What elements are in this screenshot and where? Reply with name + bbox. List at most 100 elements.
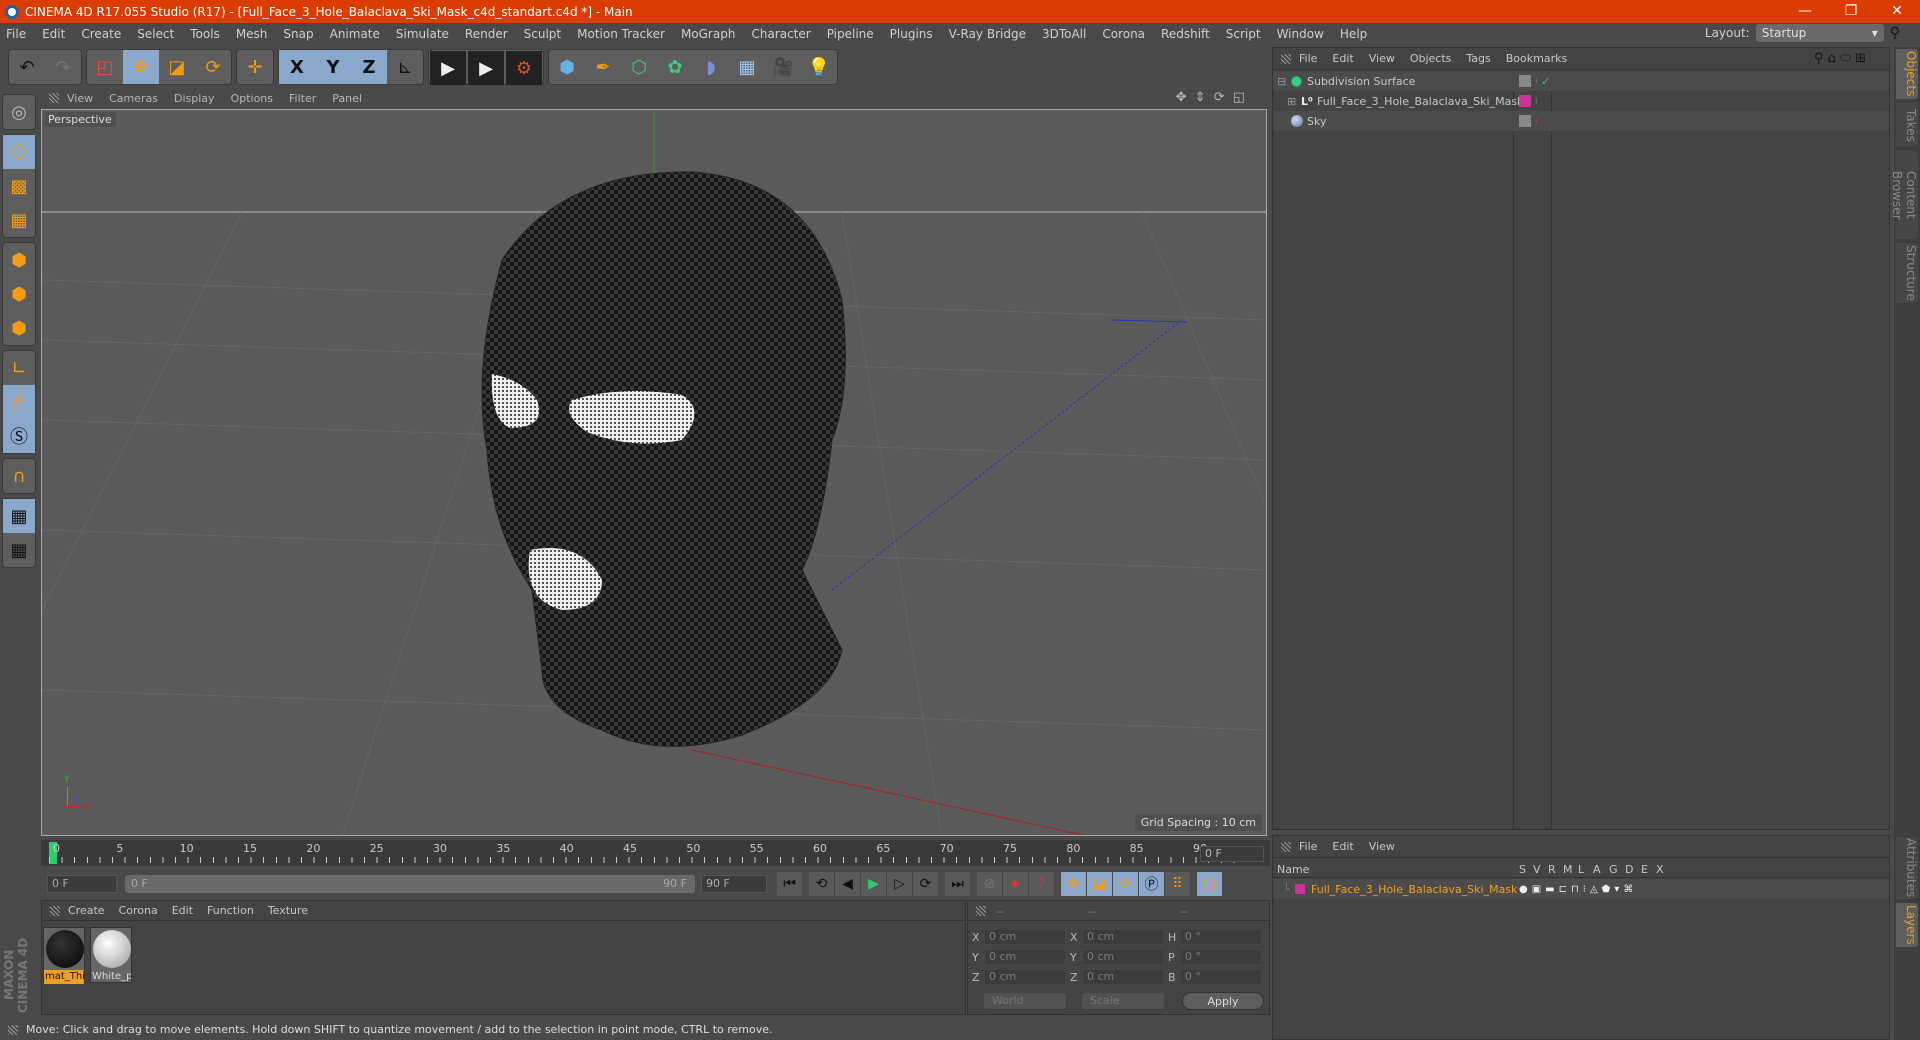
column-render[interactable]: R — [1548, 863, 1556, 876]
menu-pipeline[interactable]: Pipeline — [827, 27, 874, 41]
material-menu-corona[interactable]: Corona — [119, 904, 158, 917]
column-expressions[interactable]: E — [1641, 863, 1648, 876]
menu-sculpt[interactable]: Sculpt — [524, 27, 561, 41]
add-camera-button[interactable]: 🎥 — [765, 50, 801, 84]
timeline-ruler[interactable]: 051015202530354045505560657075808590 — [41, 840, 1270, 866]
column-locked[interactable]: L — [1578, 863, 1584, 876]
autokey-button[interactable]: ⏺ — [1003, 872, 1029, 896]
key-position-button[interactable]: ✥ — [1061, 872, 1087, 896]
layer-color-swatch[interactable] — [1295, 884, 1305, 894]
tab-structure[interactable]: Structure — [1896, 243, 1918, 303]
key-pla-button[interactable]: ⠿ — [1165, 872, 1191, 896]
viewport-menu-panel[interactable]: Panel — [332, 92, 362, 105]
object-row[interactable]: Sky ⁝ — [1273, 111, 1889, 131]
visibility-dots[interactable]: ⁝ — [1535, 97, 1538, 106]
search-icon[interactable]: ⚲ — [1890, 25, 1900, 41]
object-row[interactable]: ⊟ Subdivision Surface ⁝ ✓ — [1273, 71, 1889, 91]
scale-tool-button[interactable]: ◪ — [159, 50, 195, 84]
add-floor-button[interactable]: ▦ — [729, 50, 765, 84]
key-parameter-button[interactable]: Ⓟ — [1139, 872, 1165, 896]
menu-file[interactable]: File — [6, 27, 26, 41]
minimize-button[interactable]: — — [1782, 0, 1828, 23]
panel-grip[interactable] — [1281, 53, 1291, 64]
viewport-menu-options[interactable]: Options — [231, 92, 273, 105]
tab-layers[interactable]: Layers — [1896, 903, 1918, 947]
material-menu-function[interactable]: Function — [207, 904, 254, 917]
apply-button[interactable]: Apply — [1182, 992, 1264, 1010]
column-manager[interactable]: M — [1563, 863, 1573, 876]
workplane-mode-button[interactable]: ▦ — [3, 203, 35, 237]
planar-workplane-button[interactable]: ▦ — [3, 533, 35, 567]
tweak-mode-button[interactable]: 🖱 — [3, 385, 35, 419]
panel-grip[interactable] — [976, 906, 986, 916]
panel-grip[interactable] — [1281, 841, 1291, 852]
render-settings-button[interactable]: ⚙ — [506, 51, 542, 85]
material-menu-edit[interactable]: Edit — [172, 904, 193, 917]
menu-corona[interactable]: Corona — [1102, 27, 1145, 41]
tab-attributes[interactable]: Attributes — [1896, 837, 1918, 899]
size-z-field[interactable]: 0 cm — [1082, 969, 1164, 985]
material-swatch[interactable]: mat_Thi — [43, 927, 85, 984]
rotation-p-field[interactable]: 0 ° — [1180, 949, 1262, 965]
menu-animate[interactable]: Animate — [330, 27, 380, 41]
menu-redshift[interactable]: Redshift — [1161, 27, 1210, 41]
menu-render[interactable]: Render — [465, 27, 508, 41]
rotation-h-field[interactable]: 0 ° — [1180, 929, 1262, 945]
menu-snap[interactable]: Snap — [283, 27, 313, 41]
layout-dropdown[interactable]: Startup — [1755, 24, 1884, 42]
expand-icon[interactable]: ⊞ — [1287, 95, 1296, 108]
transform-mode-dropdown[interactable]: Scale — [1082, 993, 1164, 1009]
material-menu-texture[interactable]: Texture — [268, 904, 308, 917]
coordinate-mode-dropdown[interactable]: World — [984, 993, 1066, 1009]
object-manager-toolbar-icons[interactable]: ⚲ ⌂ ⬭ ⊞ — [1814, 51, 1866, 66]
transform-tool-button[interactable]: ✛ — [237, 50, 273, 84]
keyframe-selection-button[interactable]: ? — [1029, 872, 1055, 896]
layers-menu-file[interactable]: File — [1299, 840, 1317, 853]
menu-script[interactable]: Script — [1226, 27, 1261, 41]
viewport-navigation-icons[interactable]: ✥ ⇕ ⟳ ◱ — [1176, 90, 1247, 105]
polygons-mode-button[interactable]: ⬢ — [3, 311, 35, 345]
layer-flag-icons[interactable]: ●▣▬⊏⊓⁝◬⬟▾⌘ — [1519, 884, 1637, 895]
record-keys-disabled-button[interactable]: ⊘ — [977, 872, 1003, 896]
rotation-b-field[interactable]: 0 ° — [1180, 969, 1262, 985]
render-dots[interactable]: ⁝ — [1535, 117, 1538, 126]
render-dots[interactable]: ⁝ — [1535, 77, 1538, 86]
render-view-button[interactable]: ▶ — [430, 51, 466, 85]
size-x-field[interactable]: 0 cm — [1082, 929, 1164, 945]
menu-help[interactable]: Help — [1340, 27, 1367, 41]
key-rotation-button[interactable]: ⟳ — [1113, 872, 1139, 896]
column-xref[interactable]: X — [1656, 863, 1664, 876]
3d-viewport[interactable]: Perspective Y Z X Grid Spacing : 10 cm — [41, 109, 1267, 836]
objects-menu-objects[interactable]: Objects — [1410, 52, 1452, 65]
live-selection-button[interactable]: ◰ — [87, 50, 123, 84]
viewport-menu-cameras[interactable]: Cameras — [109, 92, 158, 105]
model-mode-button[interactable]: ⬡ — [3, 135, 35, 169]
menu-mesh[interactable]: Mesh — [236, 27, 268, 41]
size-y-field[interactable]: 0 cm — [1082, 949, 1164, 965]
menu-mograph[interactable]: MoGraph — [681, 27, 736, 41]
layer-color-swatch[interactable] — [1519, 95, 1531, 107]
tab-content-browser[interactable]: Content Browser — [1890, 151, 1918, 239]
next-key-button[interactable]: ⟳ — [913, 872, 939, 896]
snap-button[interactable]: ∩ — [3, 459, 35, 493]
restore-button[interactable]: ❐ — [1828, 0, 1874, 23]
panel-grip[interactable] — [49, 93, 59, 103]
menu-edit[interactable]: Edit — [42, 27, 65, 41]
panel-grip[interactable] — [50, 905, 60, 916]
menu-character[interactable]: Character — [751, 27, 810, 41]
menu-plugins[interactable]: Plugins — [890, 27, 933, 41]
layer-row[interactable]: └ Full_Face_3_Hole_Balaclava_Ski_Mask ●▣… — [1273, 879, 1889, 899]
add-cube-button[interactable]: ⬢ — [549, 50, 585, 84]
column-animation[interactable]: A — [1593, 863, 1601, 876]
move-tool-button[interactable]: ✥ — [123, 50, 159, 84]
close-button[interactable]: ✕ — [1874, 0, 1920, 23]
objects-menu-edit[interactable]: Edit — [1332, 52, 1353, 65]
menu-simulate[interactable]: Simulate — [396, 27, 449, 41]
redo-button[interactable]: ↷ — [45, 50, 81, 84]
add-subdivision-button[interactable]: ⬡ — [621, 50, 657, 84]
menu-motion-tracker[interactable]: Motion Tracker — [577, 27, 665, 41]
column-view[interactable]: V — [1533, 863, 1541, 876]
coordinate-system-button[interactable]: ⊾ — [387, 50, 423, 84]
start-frame-field[interactable]: 0 F — [47, 875, 117, 893]
go-to-end-button[interactable]: ⏭ — [945, 872, 971, 896]
